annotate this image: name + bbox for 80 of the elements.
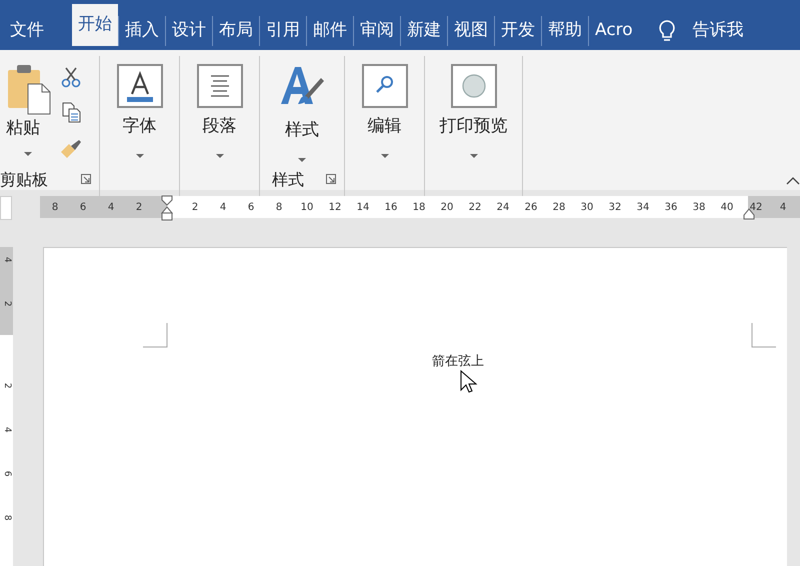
ruler-number: 8 bbox=[0, 514, 13, 523]
ruler-number: 28 bbox=[552, 201, 566, 215]
paragraph-icon bbox=[196, 64, 242, 108]
ribbon-tab[interactable]: 审阅 bbox=[353, 16, 400, 46]
margin-corner-icon bbox=[143, 323, 168, 348]
collapse-ribbon-icon bbox=[786, 176, 800, 186]
ruler-number: 2 bbox=[0, 382, 13, 391]
copy-icon bbox=[62, 102, 81, 123]
ruler-number: 2 bbox=[190, 201, 200, 215]
ribbon-tab[interactable]: 设计 bbox=[165, 16, 212, 46]
ruler-number: 10 bbox=[300, 201, 314, 215]
ruler-number: 6 bbox=[0, 470, 13, 479]
ruler-number: 8 bbox=[274, 201, 284, 215]
dropdown-caret-icon bbox=[216, 154, 224, 158]
ruler-number: 26 bbox=[524, 201, 538, 215]
search-icon bbox=[362, 64, 408, 108]
ruler-number: 18 bbox=[412, 201, 426, 215]
ribbon-button[interactable]: 样式 bbox=[285, 118, 319, 144]
tell-me-button[interactable]: 告诉我 bbox=[692, 16, 744, 46]
print-preview-icon bbox=[450, 64, 496, 108]
indent-marker-icon bbox=[161, 195, 173, 221]
dialog-launcher-icon bbox=[326, 174, 336, 184]
dialog-launcher-icon bbox=[81, 174, 91, 184]
ruler-number: 34 bbox=[636, 201, 650, 215]
ribbon-button[interactable]: 编辑 bbox=[368, 114, 402, 140]
ruler-number: 30 bbox=[580, 201, 594, 215]
ribbon-button[interactable]: 字体 bbox=[122, 114, 156, 140]
ribbon-tab[interactable]: 邮件 bbox=[306, 16, 353, 46]
ruler-number: 36 bbox=[664, 201, 678, 215]
ruler-number: 14 bbox=[356, 201, 370, 215]
paste-icon bbox=[6, 62, 52, 116]
ribbon-tab[interactable]: 引用 bbox=[259, 16, 306, 46]
group-caption: 剪贴板 bbox=[0, 169, 48, 191]
ribbon-tab[interactable]: 视图 bbox=[447, 16, 494, 46]
dropdown-caret-icon bbox=[380, 154, 388, 158]
ruler-number: 4 bbox=[218, 201, 228, 215]
ruler-number: 4 bbox=[778, 201, 788, 215]
format-painter-icon bbox=[59, 138, 81, 160]
ruler-number: 4 bbox=[106, 201, 116, 215]
ruler-margin bbox=[748, 196, 800, 218]
ribbon-tab[interactable]: 开始 bbox=[72, 4, 118, 46]
ruler-number: 6 bbox=[78, 201, 88, 215]
ruler-number: 32 bbox=[608, 201, 622, 215]
ribbon-tab[interactable]: 文件 bbox=[4, 16, 50, 46]
dropdown-caret-icon bbox=[24, 152, 32, 156]
ruler-number: 20 bbox=[440, 201, 454, 215]
ruler-number: 4 bbox=[0, 256, 13, 265]
ruler-number: 38 bbox=[692, 201, 706, 215]
ruler-number: 22 bbox=[468, 201, 482, 215]
ribbon-tab[interactable]: 开发 bbox=[494, 16, 541, 46]
ruler-number: 24 bbox=[496, 201, 510, 215]
dropdown-caret-icon bbox=[298, 158, 306, 162]
ruler-number: 4 bbox=[0, 426, 13, 435]
tab-selector[interactable] bbox=[0, 196, 12, 220]
mouse-cursor-icon bbox=[460, 370, 478, 394]
margin-corner-icon bbox=[751, 323, 776, 348]
document-text: 箭在弦上 bbox=[432, 353, 484, 371]
ribbon-tab[interactable]: 帮助 bbox=[541, 16, 588, 46]
lightbulb-icon bbox=[656, 19, 677, 43]
ruler-number: 6 bbox=[246, 201, 256, 215]
ruler-number: 8 bbox=[50, 201, 60, 215]
ruler-number: 40 bbox=[720, 201, 734, 215]
ribbon-button[interactable]: 打印预览 bbox=[440, 114, 508, 140]
group-caption: 样式 bbox=[272, 169, 304, 191]
ribbon-tab[interactable]: 布局 bbox=[212, 16, 259, 46]
ruler-number: 16 bbox=[384, 201, 398, 215]
paste-button[interactable]: 粘贴 bbox=[6, 116, 40, 142]
ruler-number: 2 bbox=[134, 201, 144, 215]
ruler-number: 42 bbox=[748, 201, 764, 215]
ruler-number: 2 bbox=[0, 300, 13, 309]
ruler-number: 12 bbox=[328, 201, 342, 215]
dropdown-caret-icon bbox=[136, 154, 144, 158]
ribbon-tab[interactable]: 新建 bbox=[400, 16, 447, 46]
ribbon-button[interactable]: 段落 bbox=[202, 114, 236, 140]
dropdown-caret-icon bbox=[470, 154, 478, 158]
right-indent-icon bbox=[743, 208, 755, 220]
font-icon bbox=[116, 64, 162, 108]
ribbon-tab[interactable]: Acro bbox=[588, 16, 639, 46]
ribbon-tab[interactable]: 插入 bbox=[118, 16, 165, 46]
scissors-icon bbox=[61, 66, 81, 88]
